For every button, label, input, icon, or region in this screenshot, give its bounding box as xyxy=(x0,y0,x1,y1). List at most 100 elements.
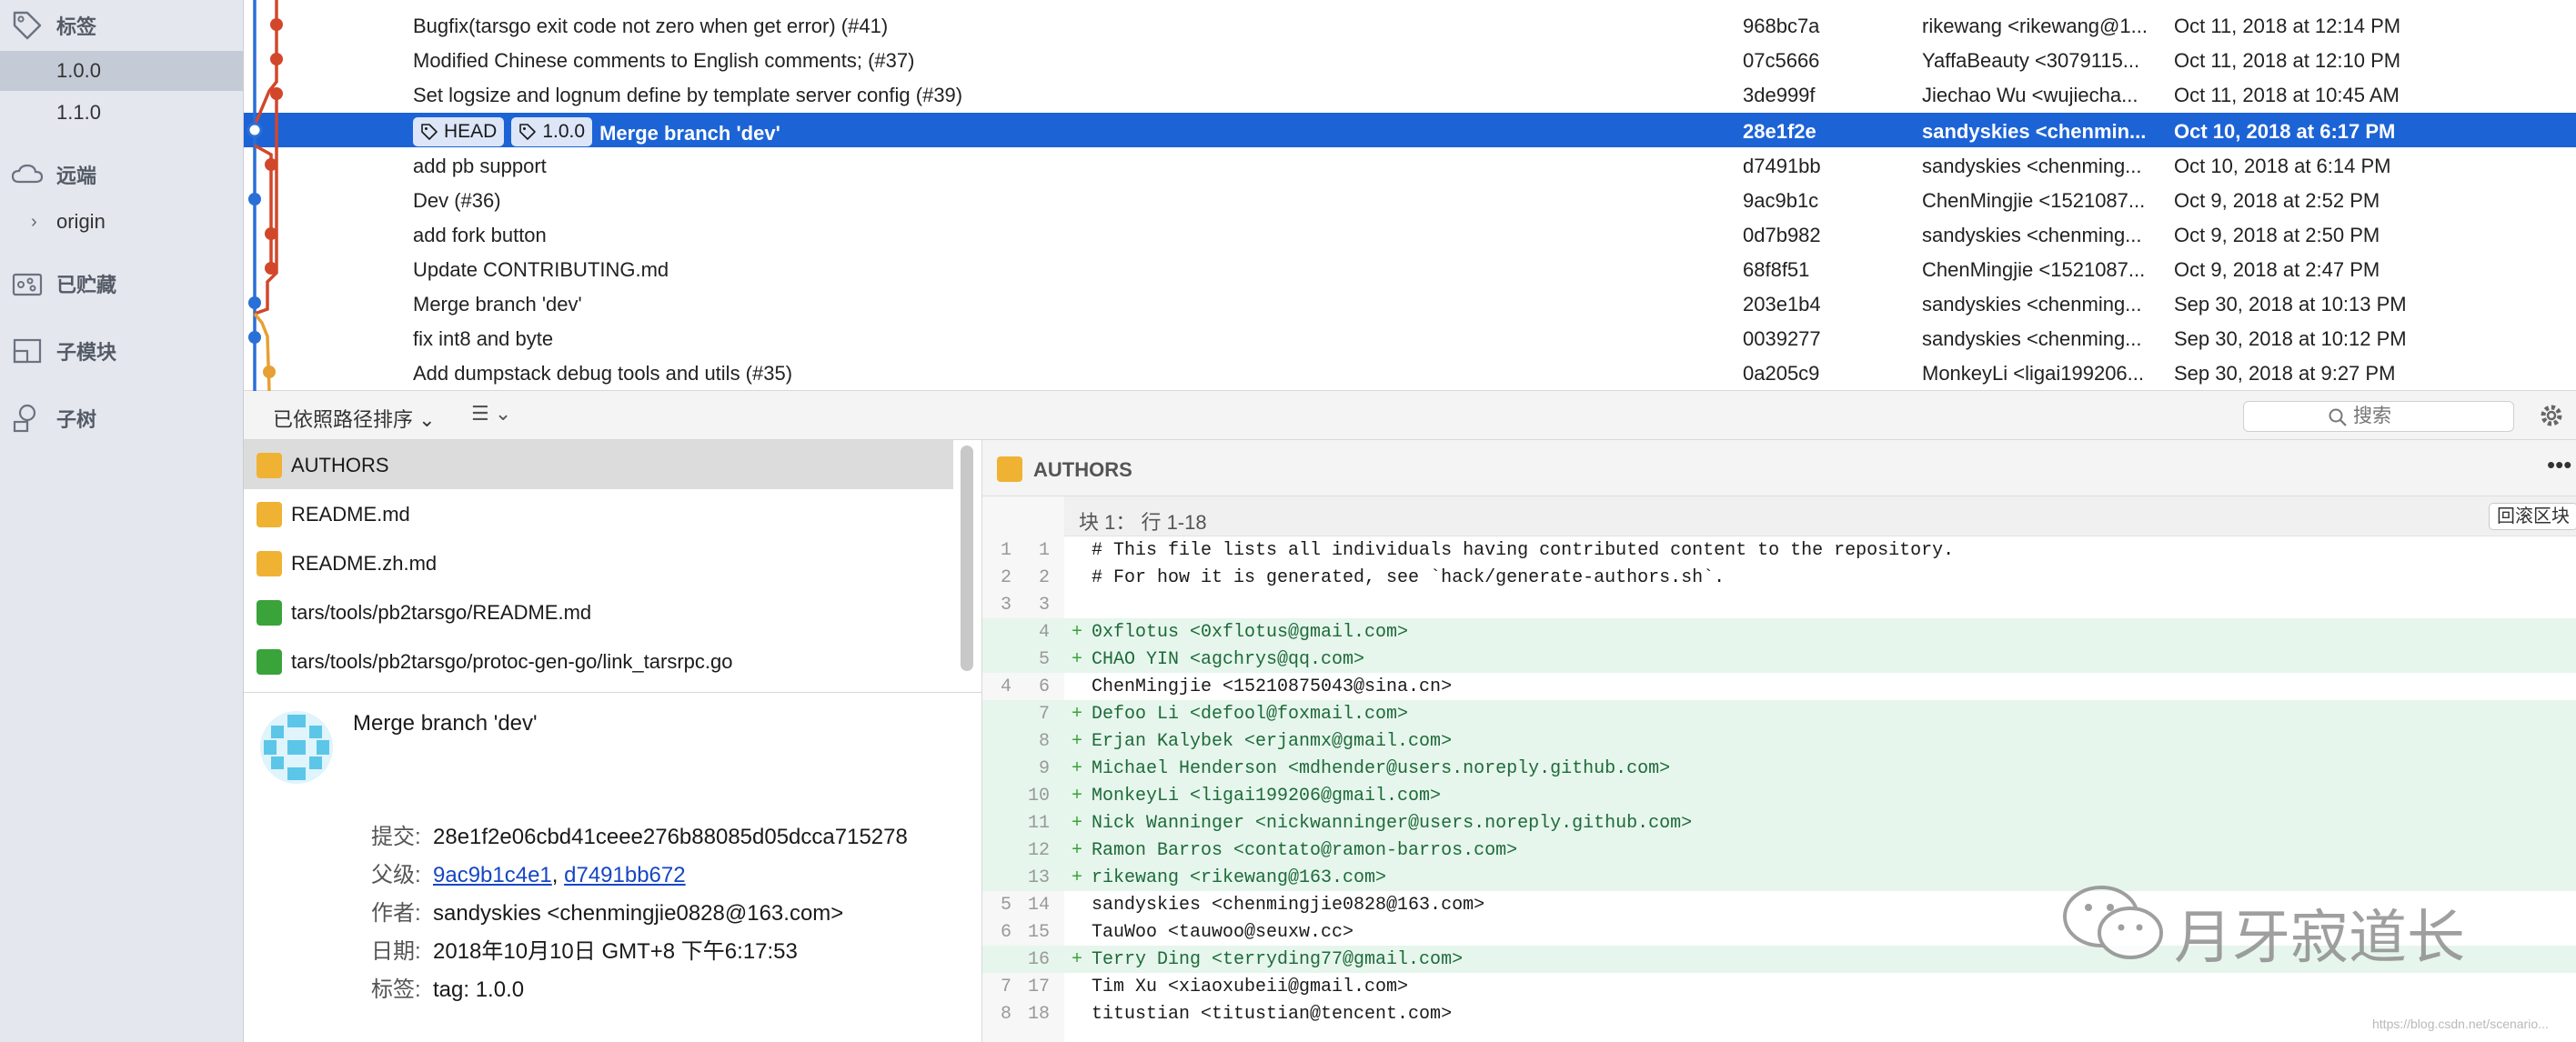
parent-link-2[interactable]: d7491bb672 xyxy=(564,863,685,887)
commit-date: Sep 30, 2018 at 9:27 PM xyxy=(2174,362,2396,385)
old-line-number: 2 xyxy=(1000,567,1011,588)
file-row[interactable]: tars/tools/pb2tarsgo/README.md xyxy=(244,587,953,636)
graph-node xyxy=(270,87,283,100)
diff-line-added[interactable]: 12 Ramon Barros <contato@ramon-barros.com… xyxy=(982,837,2576,864)
field-label: 作者: xyxy=(371,901,421,926)
graph-node xyxy=(248,296,261,309)
commit-row[interactable]: Merge branch 'dev' 203e1b4 sandyskies <c… xyxy=(244,286,2576,320)
diff-line-added[interactable]: 11 Nick Wanninger <nickwanninger@users.no… xyxy=(982,809,2576,837)
commit-title: Merge branch 'dev' xyxy=(353,711,538,736)
cloud-icon xyxy=(11,164,44,184)
diff-line-context[interactable]: 1 1 # This file lists all individuals havi… xyxy=(982,536,2576,564)
sidebar-item-tag-1-1-0[interactable]: 1.1.0 xyxy=(0,93,244,133)
file-name: tars/tools/pb2tarsgo/README.md xyxy=(291,601,592,624)
commit-sha[interactable]: 28e1f2e06cbd41ceee276b88085d05dcca715278 xyxy=(433,825,908,849)
commit-row[interactable]: Modified Chinese comments to English com… xyxy=(244,42,2576,76)
commit-row[interactable]: add fork button 0d7b982 sandyskies <chen… xyxy=(244,216,2576,251)
commit-hash: 3de999f xyxy=(1743,84,1816,106)
chevron-right-icon[interactable]: › xyxy=(31,212,37,233)
diff-line-context[interactable]: 7 17 Tim Xu <xiaoxubeii@gmail.com> xyxy=(982,973,2576,1000)
commit-message: Update CONTRIBUTING.md xyxy=(413,258,669,281)
file-row[interactable]: README.zh.md xyxy=(244,538,953,587)
sidebar-section-subtrees[interactable]: 子树 xyxy=(0,393,244,444)
diff-line-code: CHAO YIN <agchrys@qq.com> xyxy=(1092,649,1365,670)
commit-message: fix int8 and byte xyxy=(413,327,554,350)
new-line-number: 11 xyxy=(1027,813,1050,834)
commit-row[interactable]: Set logsize and lognum define by templat… xyxy=(244,76,2576,111)
search-box[interactable] xyxy=(2243,401,2514,432)
sort-label: 已依照路径排序 xyxy=(273,408,414,431)
commit-author: Jiechao Wu <wujiecha... xyxy=(1922,84,2138,106)
diff-line-added[interactable]: 9 Michael Henderson <mdhender@users.norep… xyxy=(982,755,2576,782)
date-row: 日期: 2018年10月10日 GMT+8 下午6:17:53 xyxy=(371,933,798,965)
parent-link-1[interactable]: 9ac9b1c4e1 xyxy=(433,863,552,887)
hunk-range: 块 1： 行 1-18 xyxy=(1079,511,1207,534)
commit-date: Oct 10, 2018 at 6:17 PM xyxy=(2174,120,2396,143)
diff-line-added[interactable]: 7 Defoo Li <defool@foxmail.com> + xyxy=(982,700,2576,727)
version-tag-pill[interactable]: 1.0.0 xyxy=(511,117,593,146)
head-tag-pill[interactable]: HEAD xyxy=(413,117,505,146)
added-marker: + xyxy=(1072,731,1083,752)
modified-icon xyxy=(997,456,1022,482)
new-line-number: 1 xyxy=(1038,540,1050,561)
diff-line-added[interactable]: 5 CHAO YIN <agchrys@qq.com> + xyxy=(982,646,2576,673)
diff-line-context[interactable]: 8 18 titustian <titustian@tencent.com> xyxy=(982,1000,2576,1027)
commit-message: Set logsize and lognum define by templat… xyxy=(413,84,963,106)
file-row[interactable]: tars/tools/pb2tarsgo/protoc-gen-go/link_… xyxy=(244,636,953,686)
commit-row[interactable]: fix int8 and byte 0039277 sandyskies <ch… xyxy=(244,320,2576,355)
file-row-selected[interactable]: AUTHORS xyxy=(244,440,953,489)
commit-row-selected[interactable]: HEAD 1.0.0 Merge branch 'dev' 28e1f2e sand… xyxy=(244,113,2576,147)
added-marker: + xyxy=(1072,704,1083,725)
new-line-number: 15 xyxy=(1027,922,1050,943)
commit-author: ChenMingjie <1521087... xyxy=(1922,189,2146,212)
diff-line-added[interactable]: 8 Erjan Kalybek <erjanmx@gmail.com> + xyxy=(982,727,2576,755)
sidebar-section-label: 标签 xyxy=(56,15,97,38)
commit-row[interactable]: add pb support d7491bb sandyskies <chenm… xyxy=(244,147,2576,182)
commit-message: Bugfix(tarsgo exit code not zero when ge… xyxy=(413,15,889,37)
sidebar-section-remotes[interactable]: 远端 xyxy=(0,149,244,200)
wechat-logo-icon xyxy=(2063,886,2163,959)
view-mode-dropdown[interactable]: ☰ ⌄ xyxy=(471,402,511,426)
sort-by-path-dropdown[interactable]: 已依照路径排序 ⌄ xyxy=(273,404,436,433)
new-line-number: 7 xyxy=(1038,704,1050,725)
diff-line-added[interactable]: 10 MonkeyLi <ligai199206@gmail.com> + xyxy=(982,782,2576,809)
commit-date: Sep 30, 2018 at 10:13 PM xyxy=(2174,293,2407,316)
commit-date: Oct 11, 2018 at 12:10 PM xyxy=(2174,49,2401,72)
sidebar-item-tag-1-0-0[interactable]: 1.0.0 xyxy=(0,51,244,91)
new-line-number: 12 xyxy=(1027,840,1050,861)
diff-line-code: 0xflotus <0xflotus@gmail.com> xyxy=(1092,622,1409,643)
new-line-number: 8 xyxy=(1038,731,1050,752)
added-marker: + xyxy=(1072,840,1083,861)
sidebar-section-tags[interactable]: 标签 xyxy=(0,0,244,51)
diff-line-code: Nick Wanninger <nickwanninger@users.nore… xyxy=(1092,813,1693,834)
tag-icon xyxy=(13,11,42,40)
commit-row[interactable]: Bugfix(tarsgo exit code not zero when ge… xyxy=(244,7,2576,42)
commit-row[interactable]: Add dumpstack debug tools and utils (#35… xyxy=(244,355,2576,389)
field-label: 日期: xyxy=(371,939,421,964)
diff-line-added[interactable]: 4 0xflotus <0xflotus@gmail.com> + xyxy=(982,618,2576,646)
field-label: 提交: xyxy=(371,825,421,849)
chevron-down-icon: ⌄ xyxy=(418,408,436,431)
diff-line-code: # This file lists all individuals having… xyxy=(1092,540,1955,561)
search-input[interactable] xyxy=(2353,406,2499,427)
diff-line-context[interactable]: 33 xyxy=(982,591,2576,618)
file-row[interactable]: README.md xyxy=(244,489,953,538)
sidebar-section-stashes[interactable]: 已贮藏 xyxy=(0,258,244,309)
scrollbar[interactable] xyxy=(961,446,973,671)
commit-date: Oct 11, 2018 at 12:14 PM xyxy=(2174,15,2401,37)
revert-hunk-button[interactable]: 回滚区块 xyxy=(2489,503,2576,530)
diff-line-context[interactable]: 2 2 # For how it is generated, see `hack/g… xyxy=(982,564,2576,591)
diff-line-code: Tim Xu <xiaoxubeii@gmail.com> xyxy=(1092,977,1409,997)
commit-hash: 68f8f51 xyxy=(1743,258,1810,281)
sidebar-item-remote-origin[interactable]: › origin xyxy=(0,202,244,242)
graph-node xyxy=(263,366,276,378)
sidebar-section-submodules[interactable]: 子模块 xyxy=(0,326,244,376)
added-marker: + xyxy=(1072,649,1083,670)
gear-icon[interactable] xyxy=(2538,402,2565,429)
commit-message-group: HEAD 1.0.0 Merge branch 'dev' xyxy=(413,117,780,149)
commit-row[interactable]: Dev (#36) 9ac9b1c ChenMingjie <1521087..… xyxy=(244,182,2576,216)
commit-author: sandyskies <chenming... xyxy=(1922,293,2142,316)
diff-line-context[interactable]: 4 6 ChenMingjie <15210875043@sina.cn> xyxy=(982,673,2576,700)
commit-row[interactable]: Update CONTRIBUTING.md 68f8f51 ChenMingj… xyxy=(244,251,2576,286)
more-options-icon[interactable]: ••• xyxy=(2547,451,2571,479)
